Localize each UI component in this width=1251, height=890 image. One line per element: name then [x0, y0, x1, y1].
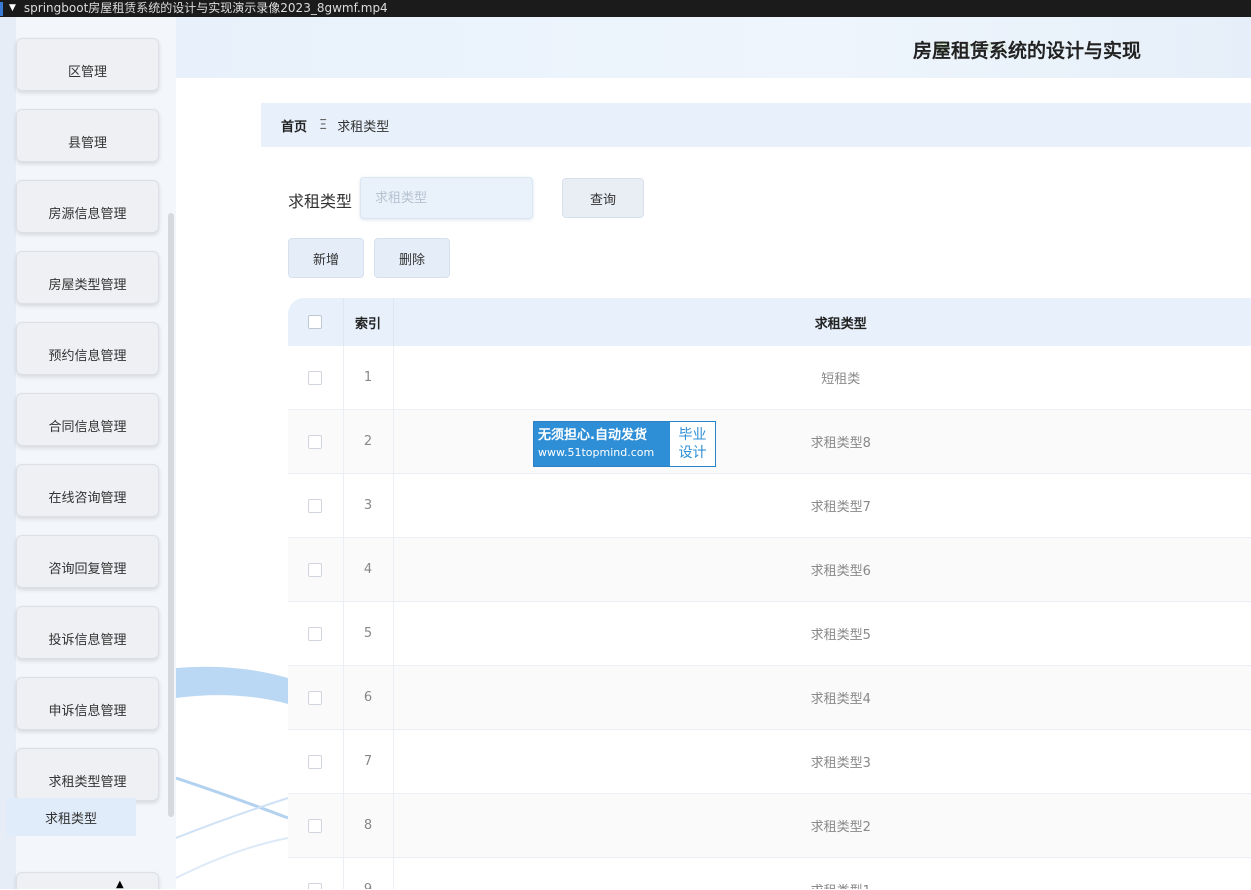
- row-checkbox[interactable]: [308, 690, 323, 705]
- sidebar-rail: [0, 17, 16, 889]
- table-header-row: 索引 求租类型: [288, 298, 1251, 346]
- column-header-index[interactable]: 索引: [343, 298, 394, 346]
- video-title-bar: ▼ springboot房屋租赁系统的设计与实现演示录像2023_8gwmf.m…: [0, 0, 1251, 17]
- sidebar-item[interactable]: 县管理: [16, 109, 159, 162]
- row-checkbox[interactable]: [308, 434, 323, 449]
- table-row[interactable]: 3 求租类型7: [288, 473, 1251, 538]
- watermark-badge-line2: 设计: [678, 445, 707, 461]
- select-all-cell: [288, 298, 344, 346]
- row-index: 7: [343, 729, 394, 794]
- row-type: 短租类: [393, 346, 1251, 410]
- row-type: 求租类型6: [393, 537, 1251, 602]
- add-button[interactable]: 新增: [288, 238, 364, 278]
- table-row[interactable]: 4 求租类型6: [288, 537, 1251, 602]
- row-index: 5: [343, 601, 394, 666]
- row-type: 求租类型4: [393, 665, 1251, 730]
- sidebar-item[interactable]: 投诉信息管理: [16, 606, 159, 659]
- table-row[interactable]: 5 求租类型5: [288, 601, 1251, 666]
- breadcrumb-current: 求租类型: [337, 119, 390, 135]
- sidebar-item[interactable]: 房源信息管理: [16, 180, 159, 233]
- watermark-badge-line1: 毕业: [678, 427, 707, 443]
- sidebar-item[interactable]: 合同信息管理: [16, 393, 159, 446]
- column-header-type[interactable]: 求租类型: [393, 298, 1251, 346]
- row-index: 6: [343, 665, 394, 730]
- sidebar-item[interactable]: 在线咨询管理: [16, 464, 159, 517]
- video-title: springboot房屋租赁系统的设计与实现演示录像2023_8gwmf.mp4: [23, 1, 388, 15]
- row-select-cell: [288, 473, 344, 538]
- row-select-cell: [288, 601, 344, 666]
- breadcrumb-separator: Ξ: [319, 117, 328, 133]
- table-row[interactable]: 1 短租类: [288, 346, 1251, 410]
- breadcrumb-home[interactable]: 首页: [281, 116, 307, 135]
- watermark-main: 无须担心.自动发货: [538, 428, 647, 443]
- sidebar-item[interactable]: 房屋类型管理: [16, 251, 159, 304]
- row-checkbox[interactable]: [308, 562, 323, 577]
- sidebar-subitem-rent-type[interactable]: 求租类型: [6, 798, 136, 836]
- row-index: 4: [343, 537, 394, 602]
- search-input[interactable]: [360, 177, 533, 219]
- row-checkbox[interactable]: [308, 498, 323, 513]
- row-type: 求租类型7: [393, 473, 1251, 538]
- sidebar-item[interactable]: 申诉信息管理: [16, 677, 159, 730]
- row-select-cell: [288, 346, 344, 410]
- row-type: 求租类型3: [393, 729, 1251, 794]
- delete-button[interactable]: 删除: [374, 238, 450, 278]
- query-button[interactable]: 查询: [562, 178, 644, 218]
- dropdown-arrow-icon[interactable]: ▼: [9, 2, 16, 15]
- select-all-checkbox[interactable]: [308, 315, 323, 329]
- row-index: 3: [343, 473, 394, 538]
- sidebar: 区管理县管理房源信息管理 房屋类型管理 预约信息管理 合同信息管理 在线咨询管理 咨询回复…: [0, 17, 176, 889]
- table-row[interactable]: 8 求租类型2: [288, 793, 1251, 858]
- sidebar-item[interactable]: 区管理: [16, 38, 159, 91]
- row-checkbox[interactable]: [308, 882, 323, 889]
- table-row[interactable]: 7 求租类型3: [288, 729, 1251, 794]
- table-row[interactable]: 9求租类型1: [288, 857, 1251, 889]
- table-row[interactable]: 6 求租类型4: [288, 665, 1251, 730]
- row-checkbox[interactable]: [308, 754, 323, 769]
- breadcrumb: 首页 Ξ 求租类型: [261, 103, 1251, 147]
- sidebar-scrollbar[interactable]: [168, 213, 174, 817]
- row-checkbox[interactable]: [308, 370, 323, 385]
- row-select-cell: [288, 537, 344, 602]
- sidebar-item[interactable]: 预约信息管理: [16, 322, 159, 375]
- row-select-cell: [288, 857, 344, 889]
- row-index: 8: [343, 793, 394, 858]
- row-type: 求租类型2: [393, 793, 1251, 858]
- row-select-cell: [288, 729, 344, 794]
- row-select-cell: [288, 793, 344, 858]
- watermark-badge: 毕业 设计: [670, 422, 715, 466]
- row-checkbox[interactable]: [308, 626, 323, 641]
- data-table: 索引 求租类型 1 短租类 2 求租类型8 3 求租类型7 4 求租类型6 5 求租类型5 6 求租类…: [288, 298, 1251, 889]
- row-type: 求租类型5: [393, 601, 1251, 666]
- row-index: 9: [343, 857, 394, 889]
- site-title: 房屋租赁系统的设计与实现: [913, 40, 1142, 62]
- row-index: 1: [343, 346, 394, 410]
- sidebar-item-next[interactable]: [16, 872, 159, 889]
- mouse-cursor-icon: ▲: [116, 879, 124, 890]
- search-label: 求租类型: [288, 192, 353, 211]
- row-type: 求租类型1: [393, 857, 1251, 889]
- watermark-ad-text: 无须担心.自动发货 www.51topmind.com: [534, 422, 670, 466]
- row-index: 2: [343, 409, 394, 474]
- watermark-ad: 无须担心.自动发货 www.51topmind.com 毕业 设计: [533, 421, 716, 467]
- table-row[interactable]: 2 求租类型8: [288, 409, 1251, 474]
- row-type: 求租类型8: [393, 409, 1251, 474]
- row-checkbox[interactable]: [308, 818, 323, 833]
- sidebar-item[interactable]: 求租类型管理: [16, 748, 159, 801]
- player-marker: [0, 1, 3, 16]
- row-select-cell: [288, 409, 344, 474]
- row-select-cell: [288, 665, 344, 730]
- watermark-url: www.51topmind.com: [538, 446, 655, 459]
- sidebar-item[interactable]: 咨询回复管理: [16, 535, 159, 588]
